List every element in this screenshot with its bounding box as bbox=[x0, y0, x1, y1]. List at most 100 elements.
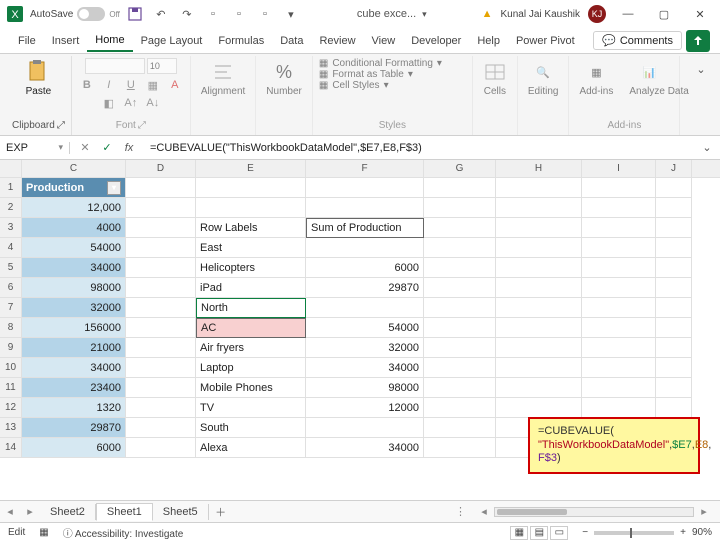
cell[interactable]: Mobile Phones bbox=[196, 378, 306, 398]
cell[interactable] bbox=[582, 318, 656, 338]
cell[interactable]: 29870 bbox=[22, 418, 126, 438]
page-break-view-icon[interactable]: ▭ bbox=[550, 526, 568, 540]
cell[interactable]: Row Labels bbox=[196, 218, 306, 238]
row-header[interactable]: 10 bbox=[0, 358, 22, 378]
cell[interactable] bbox=[496, 298, 582, 318]
decrease-font-button[interactable]: A↓ bbox=[144, 94, 162, 112]
cell[interactable] bbox=[126, 278, 196, 298]
cell[interactable]: 54000 bbox=[306, 318, 424, 338]
cell[interactable] bbox=[126, 238, 196, 258]
underline-button[interactable]: U bbox=[122, 76, 140, 94]
cell[interactable] bbox=[126, 438, 196, 458]
cell[interactable] bbox=[656, 398, 692, 418]
cell[interactable]: Helicopters bbox=[196, 258, 306, 278]
cell[interactable]: Laptop bbox=[196, 358, 306, 378]
horizontal-scrollbar[interactable] bbox=[494, 507, 694, 517]
document-title[interactable]: cube exce... bbox=[357, 8, 416, 20]
cell[interactable] bbox=[582, 358, 656, 378]
tab-developer[interactable]: Developer bbox=[403, 31, 469, 51]
tab-view[interactable]: View bbox=[364, 31, 404, 51]
cell[interactable] bbox=[582, 338, 656, 358]
cell[interactable]: 32000 bbox=[306, 338, 424, 358]
qat-overflow-icon[interactable]: ▾ bbox=[280, 3, 302, 25]
cell[interactable] bbox=[424, 398, 496, 418]
cell[interactable] bbox=[306, 198, 424, 218]
cell[interactable]: Air fryers bbox=[196, 338, 306, 358]
maximize-icon[interactable]: ▢ bbox=[650, 2, 678, 26]
cell[interactable] bbox=[496, 178, 582, 198]
collapse-ribbon-icon[interactable]: ⌄ bbox=[692, 60, 710, 78]
conditional-formatting-button[interactable]: ▦Conditional Formatting▾ bbox=[319, 58, 442, 69]
sheet-tab[interactable]: Sheet1 bbox=[96, 503, 153, 521]
cell[interactable]: 34000 bbox=[306, 438, 424, 458]
cell[interactable] bbox=[424, 258, 496, 278]
cell[interactable]: TV bbox=[196, 398, 306, 418]
cell[interactable] bbox=[126, 218, 196, 238]
cell[interactable] bbox=[306, 298, 424, 318]
cell[interactable] bbox=[656, 258, 692, 278]
add-sheet-button[interactable]: ＋ bbox=[209, 504, 233, 520]
cell[interactable]: 34000 bbox=[22, 258, 126, 278]
zoom-slider[interactable] bbox=[594, 531, 674, 535]
cell[interactable] bbox=[126, 318, 196, 338]
normal-view-icon[interactable]: ▦ bbox=[510, 526, 528, 540]
cell[interactable] bbox=[424, 198, 496, 218]
cell[interactable]: 54000 bbox=[22, 238, 126, 258]
bold-button[interactable]: B bbox=[78, 76, 96, 94]
col-header[interactable]: C bbox=[22, 160, 126, 177]
sheet-tab[interactable]: Sheet5 bbox=[153, 504, 209, 520]
tab-review[interactable]: Review bbox=[311, 31, 363, 51]
paste-button[interactable]: Paste bbox=[22, 58, 56, 99]
col-header[interactable]: H bbox=[496, 160, 582, 177]
sheet-nav-next-icon[interactable]: ▸ bbox=[20, 505, 40, 518]
tab-formulas[interactable]: Formulas bbox=[210, 31, 272, 51]
minimize-icon[interactable]: — bbox=[614, 2, 642, 26]
cell[interactable] bbox=[496, 358, 582, 378]
cell[interactable] bbox=[582, 298, 656, 318]
editing-button[interactable]: 🔍 Editing bbox=[524, 58, 563, 99]
cell[interactable] bbox=[424, 298, 496, 318]
cell[interactable] bbox=[582, 278, 656, 298]
spreadsheet-grid[interactable]: C D E F G H I J 1Production▾212,00034000… bbox=[0, 160, 720, 500]
cell[interactable] bbox=[126, 378, 196, 398]
cell[interactable]: Alexa bbox=[196, 438, 306, 458]
cell[interactable] bbox=[424, 358, 496, 378]
increase-font-button[interactable]: A↑ bbox=[122, 94, 140, 112]
autosave-toggle[interactable]: AutoSave Off bbox=[30, 7, 120, 21]
font-color-button[interactable]: A bbox=[166, 76, 184, 94]
accessibility-status[interactable]: ⓘ Accessibility: Investigate bbox=[63, 525, 184, 540]
cell[interactable] bbox=[582, 218, 656, 238]
row-header[interactable]: 8 bbox=[0, 318, 22, 338]
name-box[interactable]: EXP▾ bbox=[0, 142, 70, 154]
cell[interactable]: East bbox=[196, 238, 306, 258]
alignment-button[interactable]: Alignment bbox=[197, 58, 249, 99]
cell[interactable] bbox=[656, 298, 692, 318]
formula-input[interactable]: =CUBEVALUE("ThisWorkbookDataModel",$E7,E… bbox=[144, 142, 698, 154]
row-header[interactable]: 6 bbox=[0, 278, 22, 298]
cell[interactable]: AC bbox=[196, 318, 306, 338]
cell[interactable]: 23400 bbox=[22, 378, 126, 398]
cell[interactable] bbox=[496, 198, 582, 218]
undo-icon[interactable]: ↶ bbox=[150, 3, 172, 25]
cell[interactable]: 1320 bbox=[22, 398, 126, 418]
font-size-combo[interactable]: 10 bbox=[147, 58, 177, 74]
chevron-down-icon[interactable]: ▾ bbox=[422, 9, 427, 20]
cell[interactable] bbox=[496, 278, 582, 298]
close-icon[interactable]: ✕ bbox=[686, 2, 714, 26]
format-as-table-button[interactable]: ▦Format as Table▾ bbox=[319, 69, 413, 80]
fill-color-button[interactable]: ◧ bbox=[100, 94, 118, 112]
enter-formula-icon[interactable]: ✓ bbox=[98, 139, 116, 157]
redo-icon[interactable]: ↷ bbox=[176, 3, 198, 25]
tab-insert[interactable]: Insert bbox=[44, 31, 88, 51]
tab-file[interactable]: File bbox=[10, 31, 44, 51]
user-avatar[interactable]: KJ bbox=[588, 5, 606, 23]
cell[interactable] bbox=[424, 218, 496, 238]
cell[interactable] bbox=[496, 398, 582, 418]
font-family-combo[interactable] bbox=[85, 58, 145, 74]
cell[interactable] bbox=[126, 178, 196, 198]
stats-icon[interactable]: ▦ bbox=[39, 527, 48, 538]
cell[interactable] bbox=[656, 238, 692, 258]
row-header[interactable]: 3 bbox=[0, 218, 22, 238]
cell[interactable] bbox=[126, 358, 196, 378]
cell[interactable]: 29870 bbox=[306, 278, 424, 298]
